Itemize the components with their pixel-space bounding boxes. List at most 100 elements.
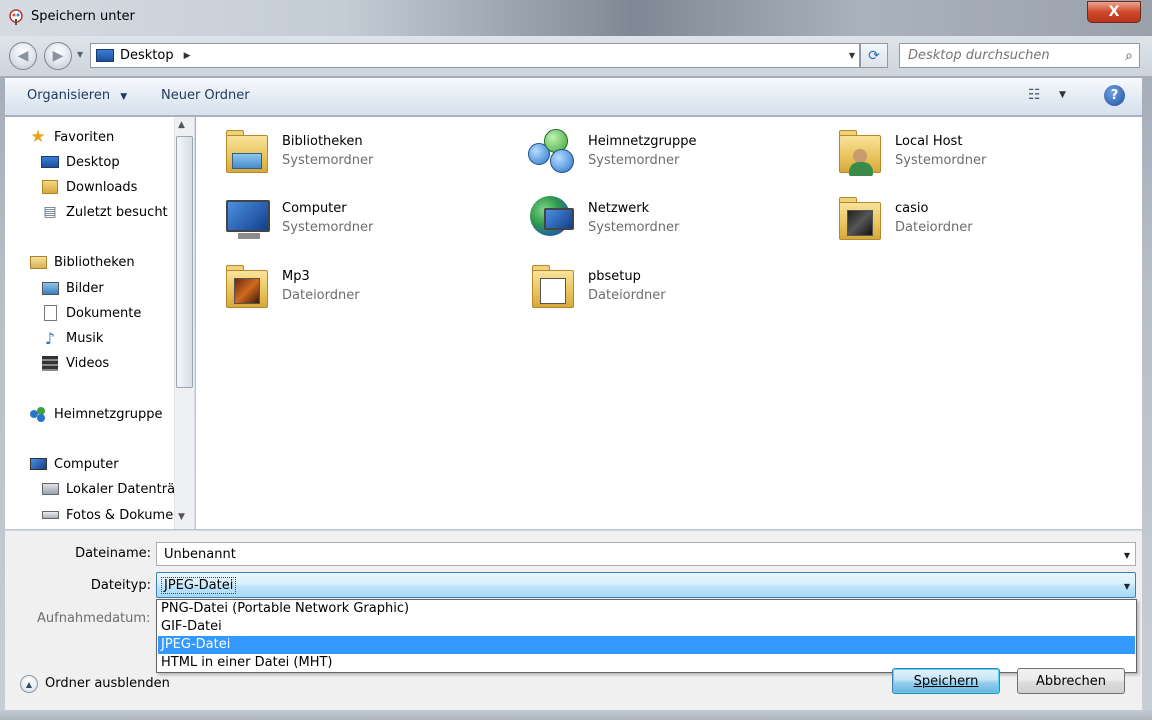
chevron-down-icon[interactable]: ▼ xyxy=(1124,582,1130,591)
item-name: Heimnetzgruppe xyxy=(588,134,697,149)
nav-item-label: Fotos & Dokume xyxy=(66,507,174,523)
address-dropdown-icon[interactable]: ▼ xyxy=(849,51,855,60)
nav-item-favorites[interactable]: ★ Favoriten xyxy=(29,127,115,147)
back-button[interactable]: ◀ xyxy=(9,42,37,70)
network-icon xyxy=(524,190,582,248)
desktop-icon xyxy=(96,49,114,62)
list-item[interactable]: Local Host Systemordner xyxy=(831,123,1131,183)
homegroup-icon xyxy=(524,123,582,181)
nav-item-label: Heimnetzgruppe xyxy=(54,406,163,422)
list-item[interactable]: Bibliotheken Systemordner xyxy=(218,123,518,183)
libraries-icon xyxy=(29,254,47,270)
item-type: Systemordner xyxy=(895,153,987,168)
nav-item-computer[interactable]: Computer xyxy=(29,456,119,472)
refresh-button[interactable]: ⟳ xyxy=(860,43,888,68)
nav-item-local-disk[interactable]: Lokaler Datenträg xyxy=(41,481,183,497)
address-bar[interactable]: Desktop ▶ ▼ xyxy=(90,43,860,68)
star-icon: ★ xyxy=(30,127,46,147)
recent-locations-chevron-icon[interactable]: ▼ xyxy=(77,50,83,59)
desktop-icon xyxy=(41,154,59,170)
computer-icon xyxy=(218,190,276,248)
nav-item-label: Bibliotheken xyxy=(54,254,135,270)
new-folder-button[interactable]: Neuer Ordner xyxy=(161,88,250,103)
scroll-down-arrow-icon[interactable]: ▼ xyxy=(178,512,185,522)
filename-label: Dateiname: xyxy=(75,546,151,561)
user-folder-icon xyxy=(831,123,889,181)
downloads-folder-icon xyxy=(41,179,59,195)
item-name: Computer xyxy=(282,201,347,216)
save-button-label: Speichern xyxy=(913,673,979,689)
nav-pane-scroll-thumb[interactable] xyxy=(176,136,193,388)
file-list: Bibliotheken Systemordner Heimnetzgruppe… xyxy=(196,117,1142,529)
organize-button[interactable]: Organisieren ▼ xyxy=(27,88,127,103)
item-name: Mp3 xyxy=(282,269,310,284)
search-icon[interactable]: ⌕ xyxy=(1125,48,1133,64)
window-title: Speichern unter xyxy=(31,9,135,24)
nav-item-drive[interactable]: Fotos & Dokume xyxy=(41,507,173,523)
change-view-icon[interactable]: ☷ xyxy=(1028,87,1048,105)
filename-combobox[interactable]: ▼ xyxy=(156,542,1136,566)
help-icon[interactable]: ? xyxy=(1104,85,1125,106)
search-input[interactable] xyxy=(908,48,1108,63)
nav-item-homegroup[interactable]: Heimnetzgruppe xyxy=(29,406,163,422)
nav-item-libraries[interactable]: Bibliotheken xyxy=(29,254,135,270)
save-button[interactable]: Speichern xyxy=(892,668,1000,694)
filetype-option-png[interactable]: PNG-Datei (Portable Network Graphic) xyxy=(158,600,1135,618)
filename-input[interactable] xyxy=(164,547,1104,562)
forward-button[interactable]: ▶ xyxy=(44,42,72,70)
list-item[interactable]: casio Dateiordner xyxy=(831,190,1131,250)
folder-icon xyxy=(524,258,582,316)
filetype-option-jpeg[interactable]: JPEG-Datei xyxy=(158,636,1135,654)
pictures-icon xyxy=(41,280,59,296)
list-item[interactable]: Heimnetzgruppe Systemordner xyxy=(524,123,824,183)
filetype-dropdown-list: PNG-Datei (Portable Network Graphic) GIF… xyxy=(156,599,1137,673)
cancel-button[interactable]: Abbrechen xyxy=(1017,668,1125,694)
nav-item-label: Musik xyxy=(66,330,104,346)
item-name: Local Host xyxy=(895,134,963,149)
nav-item-recent[interactable]: ▤ Zuletzt besucht xyxy=(41,204,168,220)
nav-item-label: Favoriten xyxy=(54,129,115,145)
filetype-option-gif[interactable]: GIF-Datei xyxy=(158,618,1135,636)
recent-places-icon: ▤ xyxy=(43,204,57,220)
item-type: Systemordner xyxy=(282,153,374,168)
title-bar xyxy=(0,0,1152,36)
nav-item-label: Desktop xyxy=(66,154,120,170)
breadcrumb-desktop[interactable]: Desktop xyxy=(120,48,174,63)
computer-icon xyxy=(29,456,47,472)
videos-icon xyxy=(41,355,59,371)
item-name: casio xyxy=(895,201,929,216)
close-button[interactable]: X xyxy=(1087,1,1141,23)
chevron-down-icon[interactable]: ▼ xyxy=(1124,551,1130,560)
nav-item-label: Zuletzt besucht xyxy=(66,204,168,220)
search-box[interactable]: ⌕ xyxy=(899,43,1140,68)
nav-item-pictures[interactable]: Bilder xyxy=(41,280,104,296)
homegroup-icon xyxy=(29,406,47,422)
list-item[interactable]: pbsetup Dateiordner xyxy=(524,258,824,318)
window-bottom-edge xyxy=(0,710,1152,720)
folder-icon xyxy=(831,190,889,248)
collapse-arrow-icon[interactable]: ▲ xyxy=(20,675,38,693)
nav-item-label: Videos xyxy=(66,355,110,371)
filetype-label: Dateityp: xyxy=(90,578,151,593)
view-options-chevron-icon[interactable]: ▼ xyxy=(1059,90,1066,100)
music-icon: ♪ xyxy=(44,328,56,348)
item-name: Bibliotheken xyxy=(282,134,363,149)
item-name: Netzwerk xyxy=(588,201,650,216)
item-type: Dateiordner xyxy=(588,288,666,303)
list-item[interactable]: Mp3 Dateiordner xyxy=(218,258,518,318)
hide-folders-toggle[interactable]: Ordner ausblenden xyxy=(45,676,170,691)
local-disk-icon xyxy=(41,481,59,497)
nav-item-videos[interactable]: Videos xyxy=(41,355,109,371)
scroll-up-arrow-icon[interactable]: ▲ xyxy=(178,120,185,130)
nav-item-downloads[interactable]: Downloads xyxy=(41,179,137,195)
filetype-select[interactable]: JPEG-Datei ▼ xyxy=(156,572,1136,598)
refresh-icon: ⟳ xyxy=(868,47,880,64)
item-type: Dateiordner xyxy=(895,220,973,235)
navigation-pane: ★ Favoriten Desktop Downloads ▤ Zuletzt … xyxy=(5,117,195,529)
breadcrumb-arrow-icon[interactable]: ▶ xyxy=(184,51,191,61)
list-item[interactable]: Netzwerk Systemordner xyxy=(524,190,824,250)
list-item[interactable]: Computer Systemordner xyxy=(218,190,518,250)
nav-item-music[interactable]: ♪ Musik xyxy=(41,328,104,348)
nav-item-desktop[interactable]: Desktop xyxy=(41,154,120,170)
nav-item-documents[interactable]: Dokumente xyxy=(41,305,141,321)
